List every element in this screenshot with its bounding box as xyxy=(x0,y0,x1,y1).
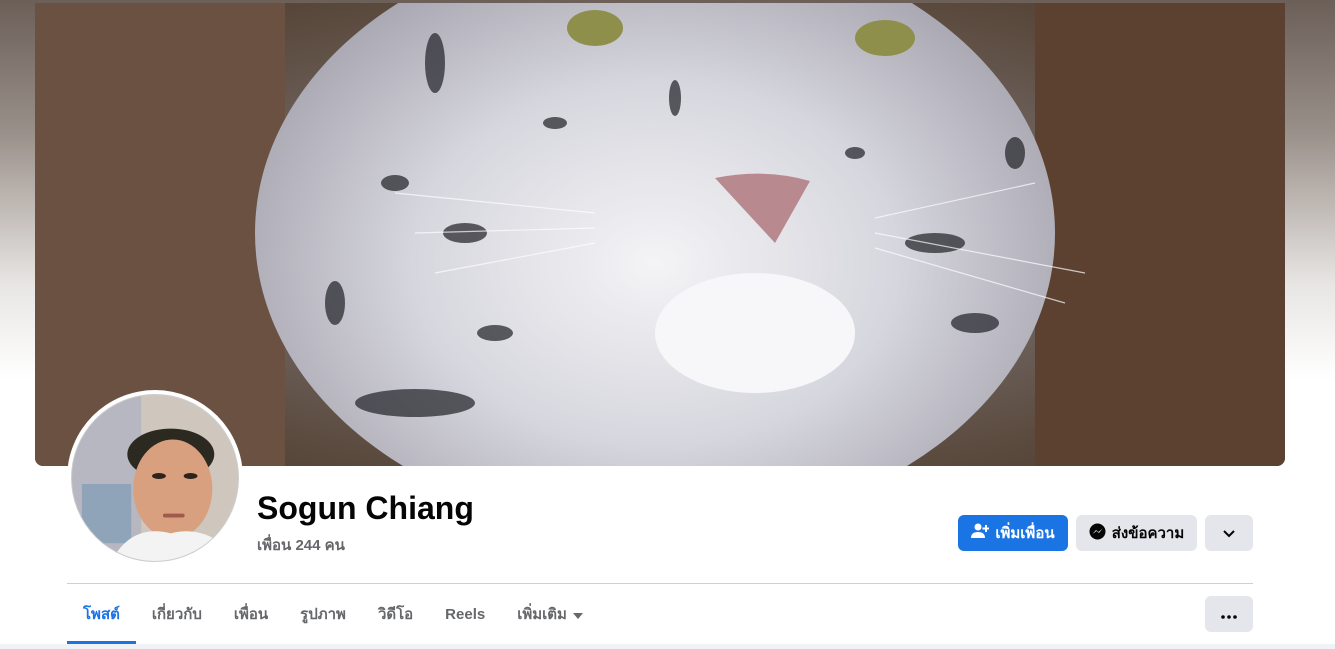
profile-picture-frame[interactable] xyxy=(67,390,243,566)
add-friend-button[interactable]: เพิ่มเพื่อน xyxy=(958,515,1068,551)
person-plus-icon xyxy=(971,523,990,543)
message-label: ส่งข้อความ xyxy=(1111,525,1185,542)
caret-down-icon xyxy=(572,606,583,623)
tab-more[interactable]: เพิ่มเติม xyxy=(501,584,599,644)
avatar-image xyxy=(72,395,238,561)
tab-label: เกี่ยวกับ xyxy=(151,606,202,623)
tab-posts[interactable]: โพสต์ xyxy=(67,584,136,644)
tab-label: วิดีโอ xyxy=(377,606,414,623)
tab-friends[interactable]: เพื่อน xyxy=(218,584,284,644)
tab-label: รูปภาพ xyxy=(300,606,346,623)
messenger-icon xyxy=(1089,523,1106,544)
overflow-menu-button[interactable] xyxy=(1205,596,1253,632)
avatar[interactable] xyxy=(71,394,239,562)
profile-name: Sogun Chiang xyxy=(257,490,474,526)
tab-photos[interactable]: รูปภาพ xyxy=(284,584,362,644)
ellipsis-icon xyxy=(1221,606,1237,623)
tab-about[interactable]: เกี่ยวกับ xyxy=(136,584,218,644)
tab-videos[interactable]: วิดีโอ xyxy=(362,584,429,644)
snow-leopard-image xyxy=(35,3,1285,466)
tab-reels[interactable]: Reels xyxy=(429,584,501,644)
more-options-button[interactable] xyxy=(1205,515,1253,551)
tab-label: เพิ่มเติม xyxy=(517,606,567,623)
cover-photo[interactable] xyxy=(35,3,1285,466)
chevron-down-icon xyxy=(1223,525,1235,542)
tab-label: Reels xyxy=(445,605,486,623)
friends-count[interactable]: เพื่อน 244 คน xyxy=(257,533,345,557)
page-bottom-border xyxy=(0,644,1335,649)
tab-label: โพสต์ xyxy=(83,606,120,623)
tab-label: เพื่อน xyxy=(233,606,269,623)
profile-tabs: โพสต์ เกี่ยวกับ เพื่อน รูปภาพ วิดีโอ Ree… xyxy=(67,584,599,644)
add-friend-label: เพิ่มเพื่อน xyxy=(995,525,1055,542)
message-button[interactable]: ส่งข้อความ xyxy=(1076,515,1197,551)
